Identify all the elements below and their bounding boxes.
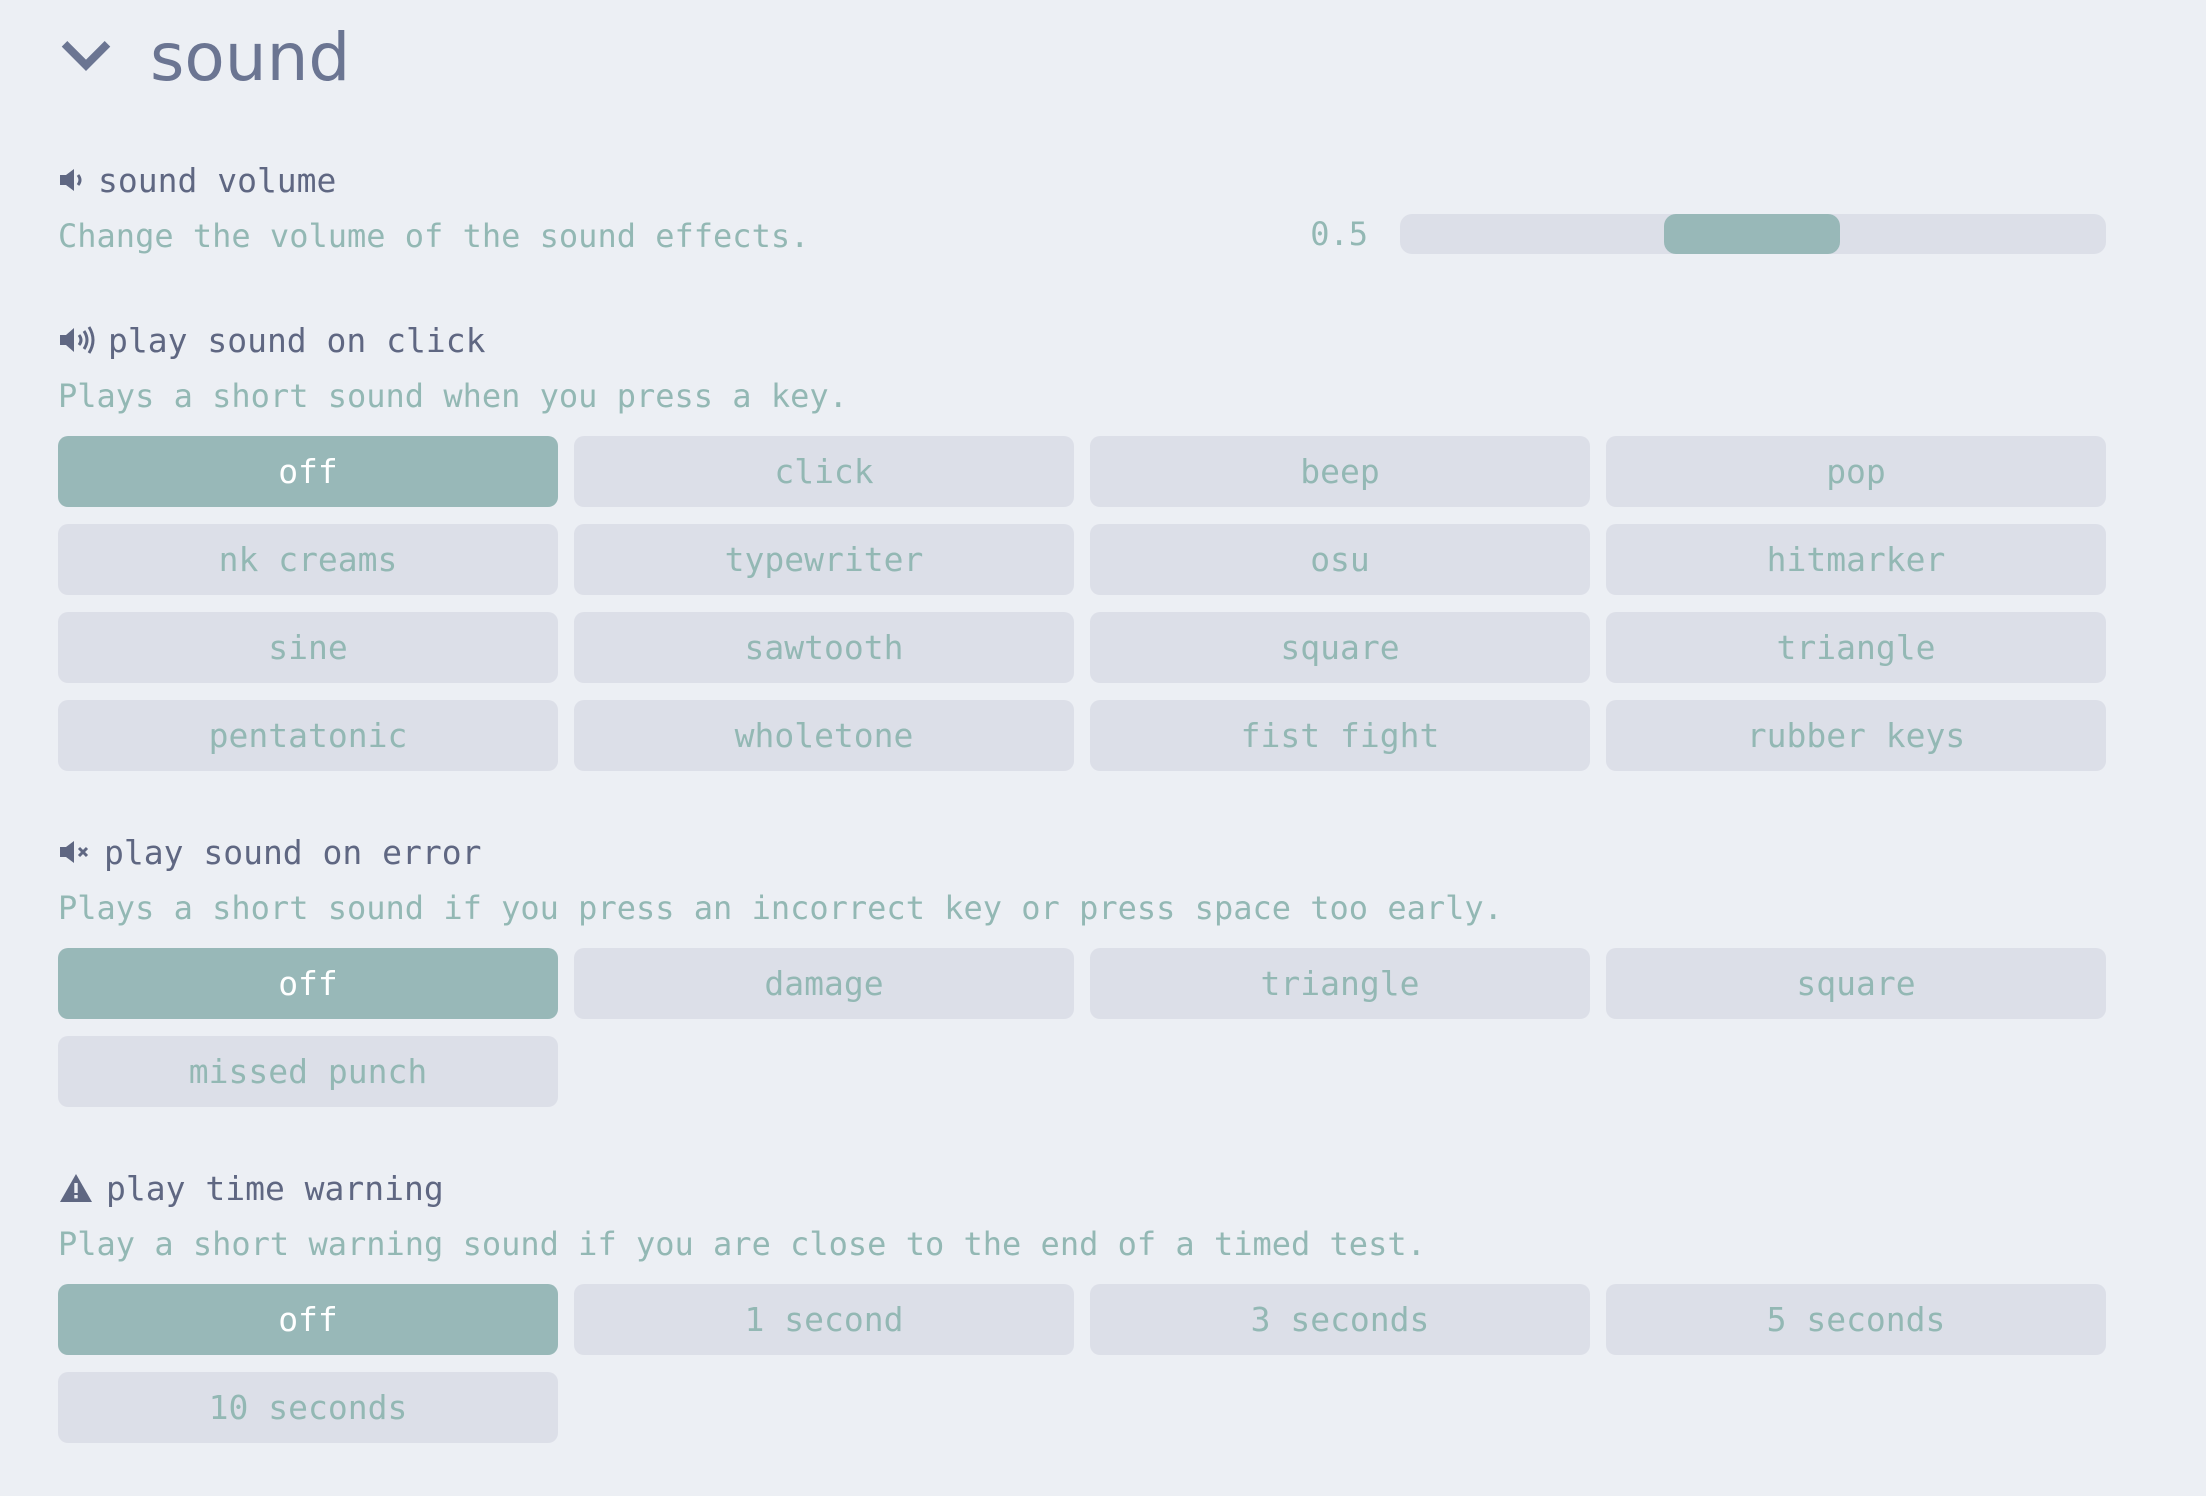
setting-play-sound-on-click: play sound on click Plays a short sound …	[58, 316, 2106, 771]
option-button[interactable]: osu	[1090, 524, 1590, 595]
section-header[interactable]: sound	[58, 18, 350, 98]
option-button[interactable]: hitmarker	[1606, 524, 2106, 595]
time-warning-options: off 1 second 3 seconds 5 seconds 10 seco…	[58, 1284, 2106, 1443]
option-button[interactable]: pentatonic	[58, 700, 558, 771]
option-button[interactable]: pop	[1606, 436, 2106, 507]
setting-play-time-warning: play time warning Play a short warning s…	[58, 1164, 2106, 1443]
option-button[interactable]: 3 seconds	[1090, 1284, 1590, 1355]
volume-low-icon	[58, 167, 86, 193]
option-button[interactable]: typewriter	[574, 524, 1074, 595]
setting-title: play time warning	[58, 1164, 2106, 1212]
option-button[interactable]: damage	[574, 948, 1074, 1019]
setting-sound-volume: sound volume Change the volume of the so…	[58, 156, 2106, 264]
setting-title-label: sound volume	[98, 160, 337, 200]
option-button[interactable]: off	[58, 948, 558, 1019]
option-button[interactable]: rubber keys	[1606, 700, 2106, 771]
volume-control: 0.5	[1310, 214, 2106, 254]
setting-title-label: play sound on error	[104, 832, 482, 872]
option-button[interactable]: square	[1090, 612, 1590, 683]
setting-description: Play a short warning sound if you are cl…	[58, 1225, 1426, 1263]
setting-title: play sound on error	[58, 828, 2106, 876]
setting-title-label: play time warning	[106, 1168, 444, 1208]
option-button[interactable]: sawtooth	[574, 612, 1074, 683]
sound-settings-page: sound sound volume Change the volume of …	[0, 0, 2206, 1496]
chevron-down-icon[interactable]	[58, 28, 114, 88]
option-button[interactable]: click	[574, 436, 1074, 507]
setting-play-sound-on-error: play sound on error Plays a short sound …	[58, 828, 2106, 1107]
volume-slider[interactable]	[1400, 214, 2106, 254]
setting-title: play sound on click	[58, 316, 2106, 364]
click-sound-options: off click beep pop nk creams typewriter …	[58, 436, 2106, 771]
volume-value: 0.5	[1310, 215, 1368, 253]
option-button[interactable]: triangle	[1606, 612, 2106, 683]
option-button[interactable]: fist fight	[1090, 700, 1590, 771]
option-button[interactable]: square	[1606, 948, 2106, 1019]
volume-mute-icon	[58, 839, 92, 865]
setting-description: Plays a short sound when you press a key…	[58, 377, 848, 415]
volume-high-icon	[58, 325, 96, 355]
setting-title: sound volume	[58, 156, 2106, 204]
warning-icon	[58, 1172, 94, 1204]
option-button[interactable]: triangle	[1090, 948, 1590, 1019]
option-button[interactable]: beep	[1090, 436, 1590, 507]
option-button[interactable]: sine	[58, 612, 558, 683]
option-button[interactable]: 1 second	[574, 1284, 1074, 1355]
setting-title-label: play sound on click	[108, 320, 486, 360]
option-button[interactable]: 10 seconds	[58, 1372, 558, 1443]
setting-description: Plays a short sound if you press an inco…	[58, 889, 1503, 927]
option-button[interactable]: nk creams	[58, 524, 558, 595]
option-button[interactable]: off	[58, 436, 558, 507]
option-button[interactable]: off	[58, 1284, 558, 1355]
section-title: sound	[150, 19, 351, 96]
option-button[interactable]: missed punch	[58, 1036, 558, 1107]
setting-description: Change the volume of the sound effects.	[58, 217, 810, 255]
error-sound-options: off damage triangle square missed punch	[58, 948, 2106, 1107]
volume-slider-thumb[interactable]	[1664, 214, 1840, 254]
option-button[interactable]: wholetone	[574, 700, 1074, 771]
option-button[interactable]: 5 seconds	[1606, 1284, 2106, 1355]
